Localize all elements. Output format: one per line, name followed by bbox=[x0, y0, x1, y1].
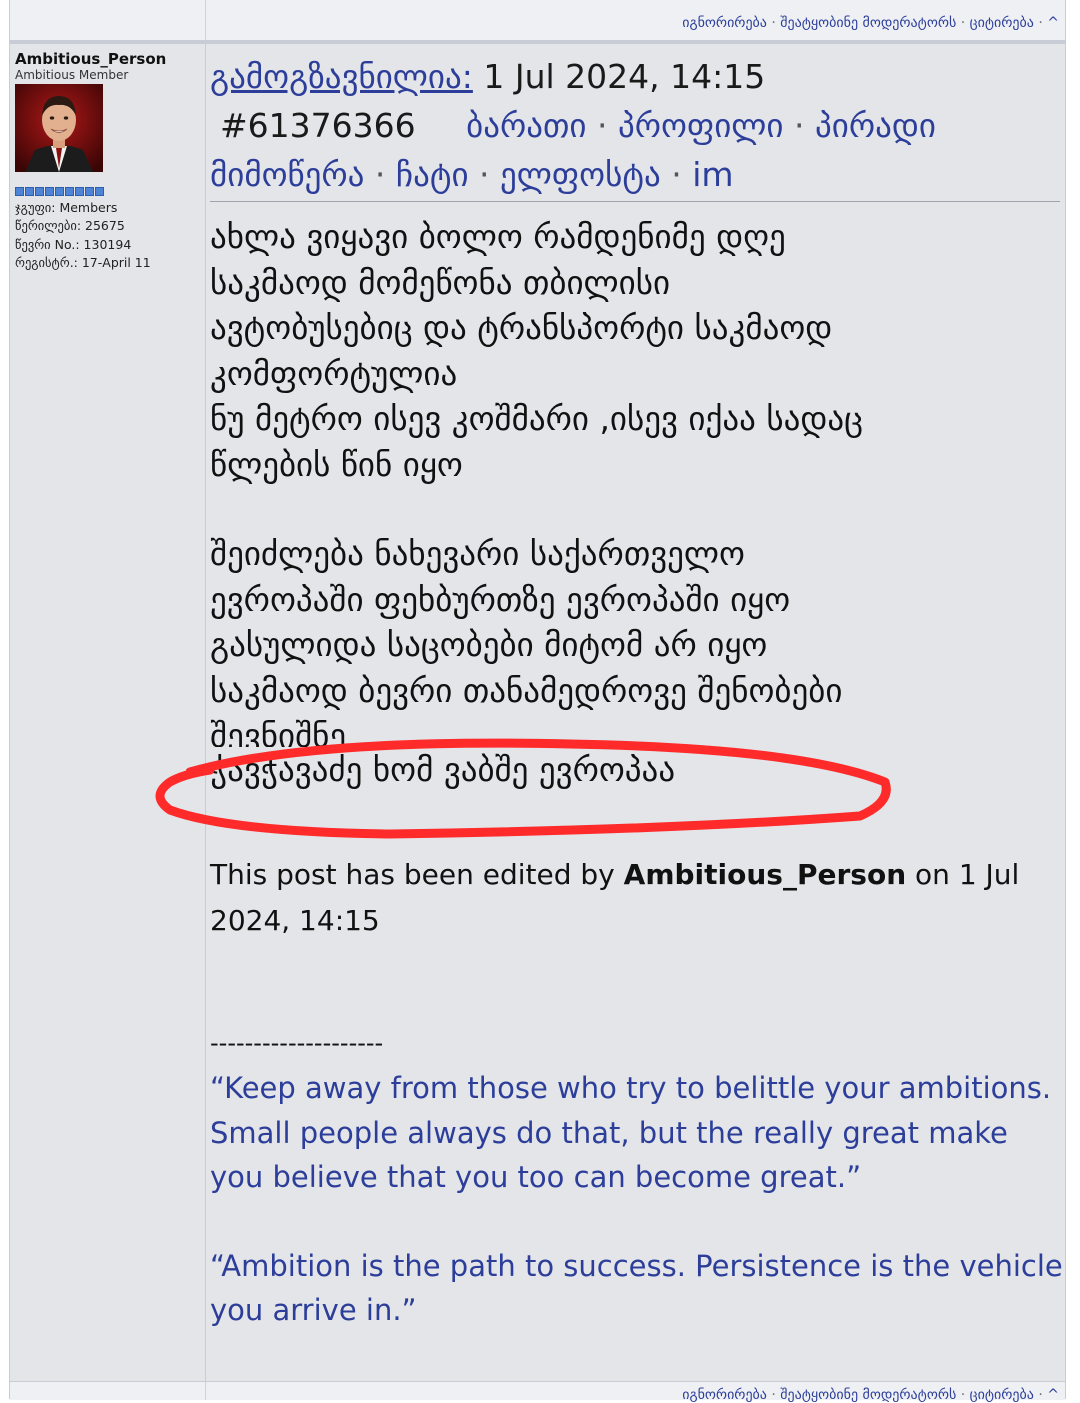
separator: · bbox=[597, 106, 608, 145]
report-moderator-link[interactable]: შეატყობინე მოდერატორს bbox=[780, 1387, 956, 1403]
user-registered: რეგისტრ.: 17-April 11 bbox=[15, 255, 151, 270]
signature-quote-2: “Ambition is the path to success. Persis… bbox=[210, 1248, 1063, 1328]
post-date: 1 Jul 2024, 14:15 bbox=[483, 57, 766, 96]
user-member-number: წევრი No.: 130194 bbox=[15, 237, 132, 252]
ignore-link[interactable]: იგნორირება bbox=[682, 15, 767, 31]
post-frame: იგნორირება · შეატყობინე მოდერატორს · ციტ… bbox=[9, 0, 1066, 1403]
rank-pip bbox=[85, 187, 94, 196]
rank-pip bbox=[75, 187, 84, 196]
ignore-link[interactable]: იგნორირება bbox=[682, 1387, 767, 1403]
rank-pip bbox=[15, 187, 24, 196]
signature-separator: -------------------- bbox=[210, 1029, 384, 1057]
header-divider bbox=[210, 201, 1060, 202]
user-post-count: წერილები: 25675 bbox=[15, 218, 125, 233]
signature-quote-1: “Keep away from those who try to belittl… bbox=[210, 1071, 1052, 1194]
post-body: ახლა ვიყავი ბოლო რამდენიმე დღე საკმაოდ მ… bbox=[210, 214, 1060, 793]
post-id: #61376366 bbox=[220, 106, 416, 145]
edit-notice-prefix: This post has been edited by bbox=[210, 858, 615, 891]
rank-pip bbox=[45, 187, 54, 196]
edit-notice: This post has been edited by Ambitious_P… bbox=[210, 852, 1060, 944]
edit-notice-user: Ambitious_Person bbox=[623, 858, 907, 891]
rank-pip bbox=[25, 187, 34, 196]
separator: · bbox=[771, 15, 781, 31]
user-title: Ambitious Member bbox=[15, 68, 129, 82]
column-divider bbox=[205, 1382, 206, 1400]
separator: · bbox=[1038, 1387, 1048, 1403]
profile-link[interactable]: პროფილი bbox=[618, 106, 783, 145]
separator: · bbox=[374, 155, 386, 194]
post-body-line: შევნიშნე bbox=[210, 716, 347, 747]
separator: · bbox=[960, 15, 970, 31]
scroll-top-link[interactable]: ^ bbox=[1047, 15, 1059, 31]
post-permalink[interactable]: გამოგზავნილია: bbox=[210, 57, 473, 96]
post-body-line: ნუ მეტრო ისევ კოშმარი ,ისევ იქაა სადაც bbox=[210, 399, 864, 438]
im-link[interactable]: im bbox=[692, 155, 733, 194]
rank-pip bbox=[35, 187, 44, 196]
avatar-image bbox=[15, 84, 103, 172]
rank-pip bbox=[95, 187, 104, 196]
separator: · bbox=[479, 155, 490, 194]
post-body-line: ევროპაში ფეხბურთზე ევროპაში იყო bbox=[210, 579, 791, 619]
user-sidebar: Ambitious_Person Ambitious Member ჯგუფი:… bbox=[10, 44, 206, 1381]
user-group: ჯგუფი: Members bbox=[15, 200, 118, 215]
chat-link[interactable]: ჩატი bbox=[396, 155, 469, 194]
quote-link[interactable]: ციტირება bbox=[970, 1387, 1034, 1403]
post-body-line: ახლა ვიყავი ბოლო რამდენიმე დღე bbox=[210, 217, 786, 256]
report-moderator-link[interactable]: შეატყობინე მოდერატორს bbox=[780, 15, 956, 31]
column-divider bbox=[205, 0, 206, 40]
post-header: გამოგზავნილია: 1 Jul 2024, 14:15 #613763… bbox=[210, 52, 1060, 199]
separator: · bbox=[1038, 15, 1048, 31]
signature: “Keep away from those who try to belittl… bbox=[210, 1066, 1065, 1333]
post-body-line: ავტობუსებიც და ტრანსპორტი საკმაოდ bbox=[210, 308, 833, 347]
card-link[interactable]: ბარათი bbox=[466, 106, 586, 145]
post-body-line-highlighted: ჭავჭავაძე ხომ ვაბშე ევროპაა bbox=[210, 750, 676, 789]
separator: · bbox=[793, 106, 805, 145]
separator: · bbox=[771, 1387, 781, 1403]
rank-pip bbox=[65, 187, 74, 196]
email-link[interactable]: ელფოსტა bbox=[500, 155, 661, 194]
username[interactable]: Ambitious_Person bbox=[15, 50, 166, 68]
separator: · bbox=[960, 1387, 970, 1403]
post-action-links: იგნორირება · შეატყობინე მოდერატორს · ციტ… bbox=[682, 1387, 1059, 1403]
post-top-bar: იგნორირება · შეატყობინე მოდერატორს · ციტ… bbox=[10, 0, 1065, 44]
scroll-top-link[interactable]: ^ bbox=[1047, 1387, 1059, 1403]
quote-link[interactable]: ციტირება bbox=[970, 15, 1034, 31]
post-body-line: გასულიდა საცობები მიტომ არ იყო bbox=[210, 625, 768, 664]
rank-pip bbox=[55, 187, 64, 196]
post-body-line: საკმაოდ ბევრი თანამედროვე შენობები bbox=[210, 670, 843, 710]
post-body-line: შეიძლება ნახევარი საქართველო bbox=[210, 534, 745, 573]
post-bottom-bar: იგნორირება · შეატყობინე მოდერატორს · ციტ… bbox=[10, 1381, 1065, 1403]
rank-pips bbox=[15, 187, 104, 197]
separator: · bbox=[671, 155, 682, 194]
post-body-line: საკმაოდ მომეწონა თბილისი bbox=[210, 262, 671, 302]
post-body-line: წლების წინ იყო bbox=[210, 444, 463, 484]
avatar[interactable] bbox=[15, 84, 103, 172]
post-body-line: კომფორტულია bbox=[210, 353, 458, 393]
post-action-links: იგნორირება · შეატყობინე მოდერატორს · ციტ… bbox=[682, 15, 1059, 31]
